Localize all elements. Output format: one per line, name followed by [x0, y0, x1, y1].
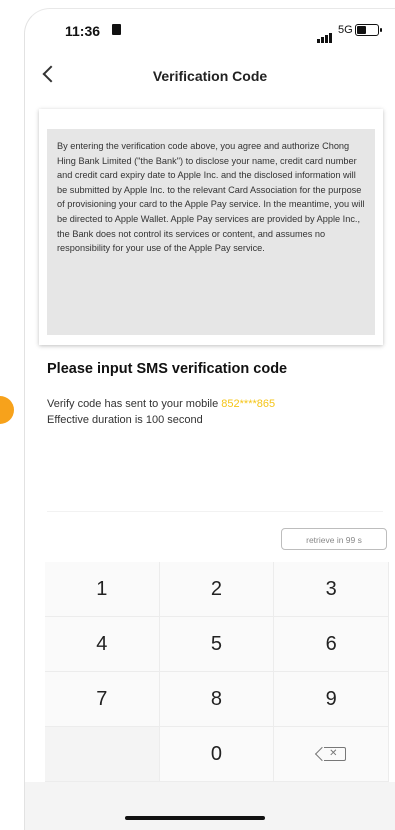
disclaimer-text: By entering the verification code above,…: [47, 129, 375, 335]
key-label: 7: [96, 687, 108, 710]
orange-marker: [0, 396, 14, 424]
phone-screen: 11:36 5G Verification Code By entering t…: [24, 8, 395, 830]
key-label: 8: [210, 687, 223, 710]
key-8[interactable]: 8: [159, 672, 275, 727]
key-1[interactable]: 1: [45, 562, 160, 617]
key-label: 0: [210, 742, 223, 765]
duration-text: Effective duration is 100 second: [47, 414, 203, 426]
backspace-icon: ✕: [324, 747, 347, 761]
key-0[interactable]: 0: [159, 727, 275, 782]
home-indicator[interactable]: [125, 816, 265, 820]
network-label: 5G: [338, 24, 353, 36]
page-title: Verification Code: [152, 68, 268, 84]
sms-sent-text: Verify code has sent to your mobile: [47, 398, 219, 410]
key-label: 4: [96, 632, 108, 655]
key-9[interactable]: 9: [274, 672, 389, 727]
sms-heading: Please input SMS verification code: [47, 361, 288, 377]
navigation-bar: Verification Code: [25, 54, 395, 98]
signal-icon: [317, 25, 333, 43]
retrieve-button[interactable]: retrieve in 99 s: [281, 528, 387, 550]
bottom-safe-area: [25, 782, 395, 830]
sms-info: Verify code has sent to your mobile 852*…: [47, 396, 387, 428]
key-label: 9: [325, 687, 337, 710]
key-label: 6: [325, 632, 337, 655]
key-7[interactable]: 7: [45, 672, 160, 727]
disclaimer-card: By entering the verification code above,…: [39, 109, 383, 345]
key-5[interactable]: 5: [159, 617, 275, 672]
key-label: 3: [325, 577, 337, 600]
key-2[interactable]: 2: [159, 562, 275, 617]
code-input-line[interactable]: [47, 511, 383, 512]
key-label: 5: [210, 632, 223, 655]
key-3[interactable]: 3: [274, 562, 389, 617]
key-empty: [45, 727, 160, 782]
key-6[interactable]: 6: [274, 617, 389, 672]
numeric-keypad: 1 2 3 4 5 6 7 8 9 0 ✕: [45, 562, 389, 782]
masked-mobile-number: 852****865: [221, 398, 276, 410]
key-4[interactable]: 4: [45, 617, 160, 672]
status-bar: 11:36 5G: [25, 9, 395, 49]
key-label: 2: [210, 577, 223, 600]
battery-icon: [355, 24, 382, 36]
status-time: 11:36: [65, 23, 101, 39]
sim-icon: [112, 24, 121, 35]
key-backspace[interactable]: ✕: [274, 727, 389, 782]
key-label: 1: [96, 577, 108, 600]
